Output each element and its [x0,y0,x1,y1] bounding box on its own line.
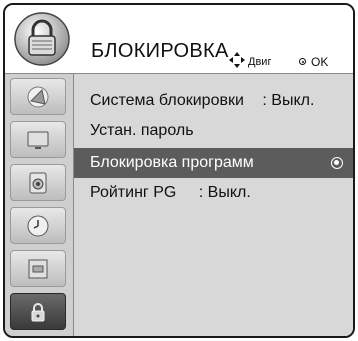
menu-item-label: Система блокировки [90,92,244,109]
padlock-icon [31,302,45,321]
sidebar-item-options[interactable] [10,250,66,287]
sidebar-item-lock[interactable] [10,293,66,330]
menu-item-rating-pg[interactable]: Ройтинг PG : Выкл. [90,178,251,208]
hint-move-label: Двиг [248,56,272,68]
ok-dot-icon [299,58,306,65]
menu-content: Система блокировки : Выкл. Устан. пароль… [74,74,353,336]
sidebar-item-audio[interactable] [10,164,66,201]
category-sidebar [5,74,74,336]
menu-item-label: Ройтинг PG [90,184,177,201]
tv-menu-window: БЛОКИРОВКА Двиг OK Система блокировки: … [3,3,355,338]
hint-ok-label: OK [311,55,329,69]
menu-item-set-password[interactable]: Устан. пароль [90,116,194,146]
sidebar-item-channel[interactable] [10,78,66,115]
sidebar-item-picture[interactable] [10,121,66,158]
four-way-arrows-icon [229,52,245,68]
options-box-icon [28,259,48,278]
menu-item-label: Блокировка программ [90,154,254,171]
speaker-icon [29,172,47,193]
sidebar-item-time[interactable] [10,207,66,244]
satellite-dish-icon [27,86,49,107]
menu-item-label: Устан. пароль [90,122,194,139]
menu-item-lock-system[interactable]: Система блокировки : Выкл. [90,86,314,116]
padlock-icon [14,12,70,66]
selected-radio-icon [331,157,343,169]
menu-header: БЛОКИРОВКА Двиг OK [5,5,353,74]
menu-item-value: : Выкл. [198,184,251,201]
tv-screen-icon [27,131,49,149]
menu-item-block-program[interactable]: Блокировка программ [74,148,353,178]
page-title: БЛОКИРОВКА [91,40,229,62]
menu-item-value: : Выкл. [262,92,315,109]
clock-icon [27,215,49,236]
